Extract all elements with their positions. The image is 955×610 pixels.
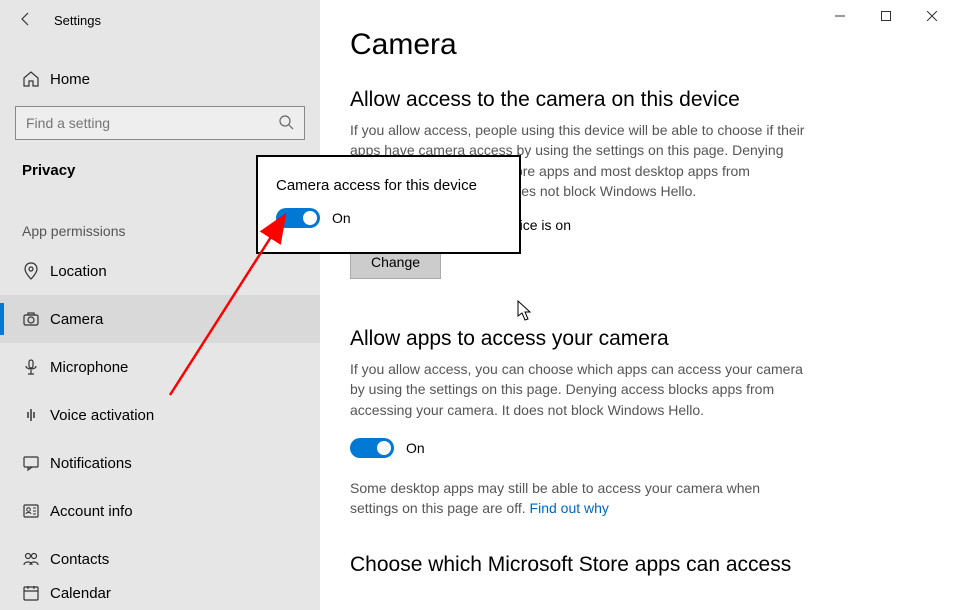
notifications-icon [22, 454, 50, 472]
sidebar-item-account-info[interactable]: Account info [0, 487, 320, 535]
minimize-button[interactable] [817, 0, 863, 32]
microphone-icon [22, 358, 50, 376]
section2-note: Some desktop apps may still be able to a… [350, 478, 810, 519]
location-icon [22, 262, 50, 280]
sidebar-item-contacts[interactable]: Contacts [0, 535, 320, 583]
contacts-icon [22, 550, 50, 568]
sidebar-item-calendar[interactable]: Calendar [0, 583, 320, 603]
page-title: Camera [350, 28, 915, 62]
section1-heading: Allow access to the camera on this devic… [350, 88, 915, 112]
sidebar-item-notifications[interactable]: Notifications [0, 439, 320, 487]
sidebar-item-microphone[interactable]: Microphone [0, 343, 320, 391]
back-icon[interactable] [18, 11, 46, 30]
sidebar-item-location[interactable]: Location [0, 247, 320, 295]
sidebar-item-label: Microphone [50, 359, 128, 376]
window-title: Settings [54, 13, 101, 28]
camera-icon [22, 310, 50, 328]
apps-access-toggle-label: On [406, 440, 425, 456]
sidebar-item-label: Location [50, 263, 107, 280]
sidebar-item-voice-activation[interactable]: Voice activation [0, 391, 320, 439]
section2-desc: If you allow access, you can choose whic… [350, 359, 810, 420]
close-button[interactable] [909, 0, 955, 32]
main-content: Camera Allow access to the camera on thi… [320, 0, 955, 610]
voice-icon [22, 406, 50, 424]
device-access-toggle-label: On [332, 210, 351, 226]
section2-heading: Allow apps to access your camera [350, 327, 915, 351]
popup-title: Camera access for this device [276, 177, 501, 194]
account-icon [22, 502, 50, 520]
search-icon [278, 114, 294, 133]
sidebar-item-label: Calendar [50, 585, 111, 602]
sidebar: Settings Home Privacy App permissions Lo… [0, 0, 320, 610]
sidebar-item-label: Voice activation [50, 407, 154, 424]
sidebar-item-label: Camera [50, 311, 103, 328]
find-out-why-link[interactable]: Find out why [530, 500, 609, 516]
sidebar-item-label: Account info [50, 503, 133, 520]
sidebar-item-label: Contacts [50, 551, 109, 568]
apps-access-toggle[interactable] [350, 438, 394, 458]
sidebar-home[interactable]: Home [0, 60, 320, 98]
sidebar-item-label: Notifications [50, 455, 132, 472]
titlebar: Settings [0, 0, 320, 40]
section3-heading: Choose which Microsoft Store apps can ac… [350, 553, 915, 577]
home-icon [22, 70, 50, 88]
sidebar-item-camera[interactable]: Camera [0, 295, 320, 343]
calendar-icon [22, 584, 50, 602]
window-controls [817, 0, 955, 32]
search-input[interactable] [26, 115, 278, 131]
maximize-button[interactable] [863, 0, 909, 32]
search-input-wrapper[interactable] [15, 106, 305, 140]
camera-access-popup: Camera access for this device On [256, 155, 521, 254]
device-access-toggle[interactable] [276, 208, 320, 228]
sidebar-home-label: Home [50, 71, 90, 88]
